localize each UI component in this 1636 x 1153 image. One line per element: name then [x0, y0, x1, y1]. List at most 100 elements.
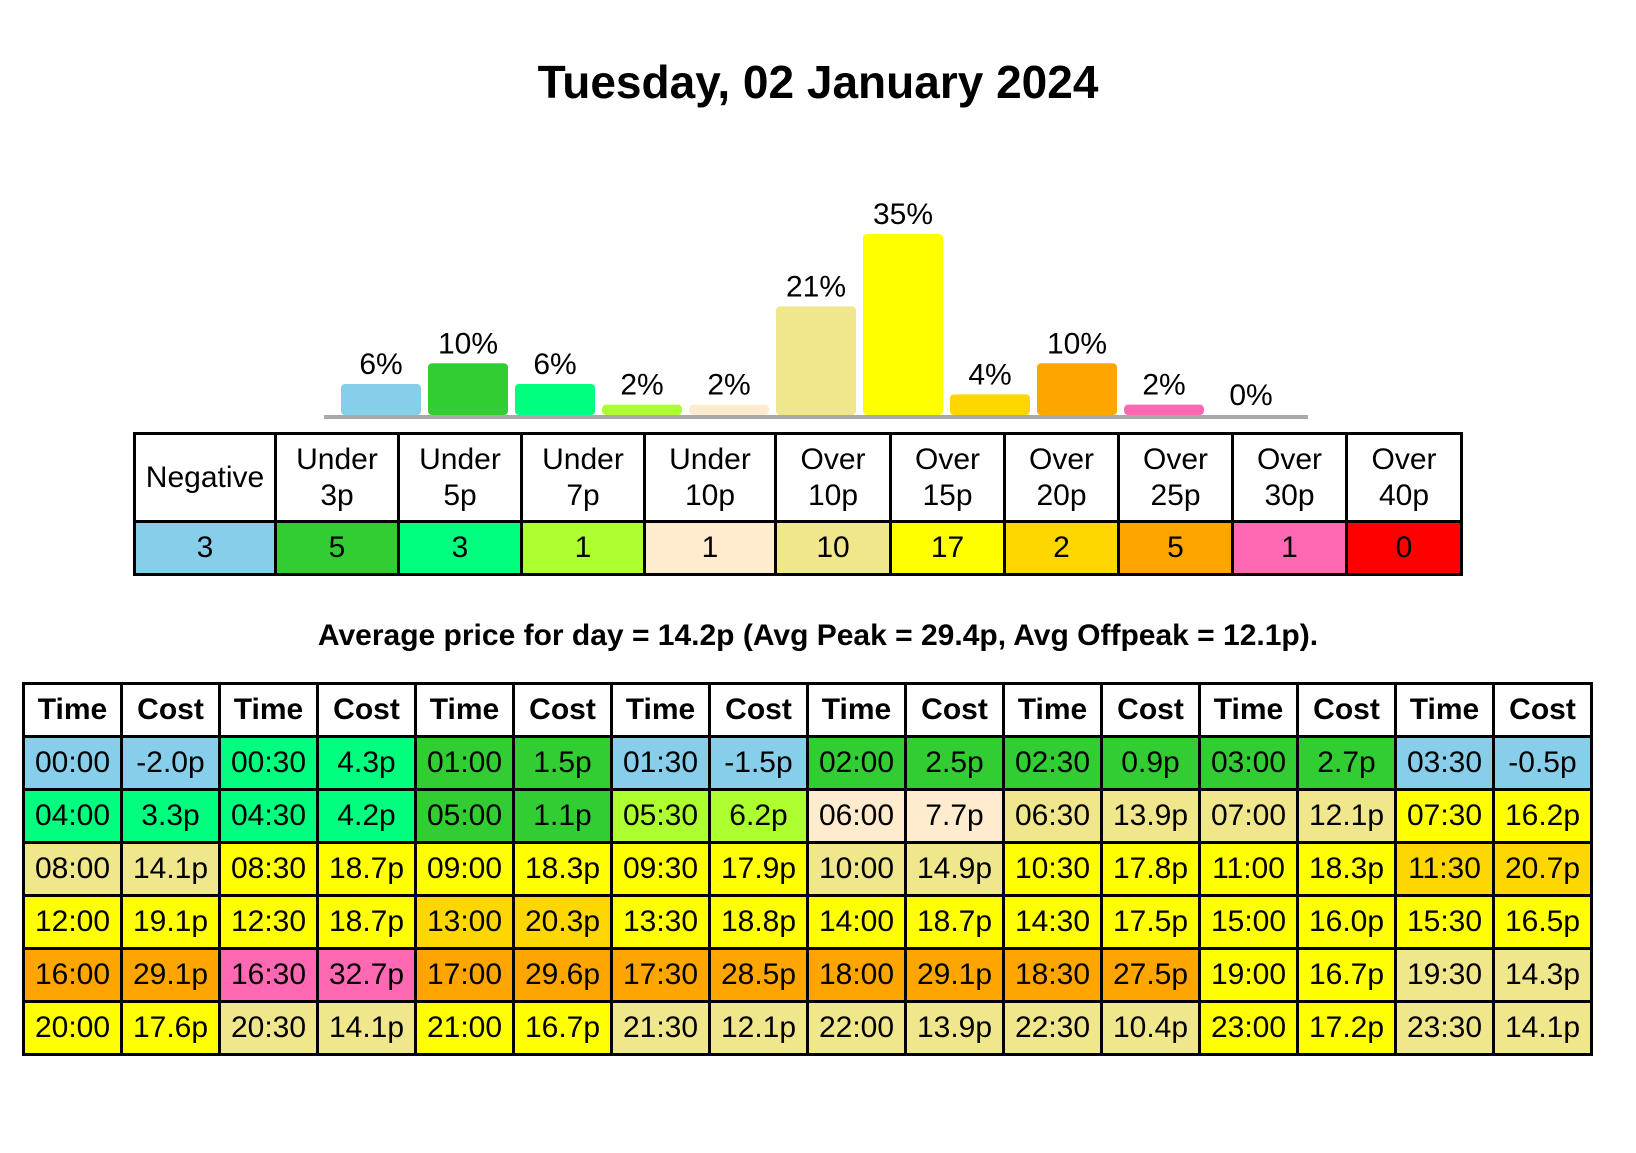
cost-cell: 18.7p [316, 841, 417, 897]
time-cell: 12:00 [22, 894, 123, 950]
time-cell: 09:30 [610, 841, 711, 897]
time-cell: 11:00 [1198, 841, 1299, 897]
time-cell: 00:00 [22, 735, 123, 791]
cost-cell: 17.2p [1296, 1000, 1397, 1056]
cost-cell: 14.9p [904, 841, 1005, 897]
cost-cell: 12.1p [1296, 788, 1397, 844]
summary-header-cell: Over 25p [1117, 432, 1234, 523]
summary-header-cell: Over 30p [1231, 432, 1348, 523]
summary-header-cell: Under 10p [643, 432, 777, 523]
time-cell: 05:00 [414, 788, 515, 844]
time-cell: 03:30 [1394, 735, 1495, 791]
time-cell: 23:00 [1198, 1000, 1299, 1056]
cost-cell: 19.1p [120, 894, 221, 950]
bar-label: 10% [438, 327, 498, 360]
time-column-header: Time [1198, 682, 1299, 738]
cost-cell: 16.5p [1492, 894, 1593, 950]
time-cell: 22:30 [1002, 1000, 1103, 1056]
time-cell: 16:00 [22, 947, 123, 1003]
time-cell: 16:30 [218, 947, 319, 1003]
time-cell: 12:30 [218, 894, 319, 950]
cost-cell: 4.3p [316, 735, 417, 791]
summary-header-cell: Negative [133, 432, 277, 523]
cost-cell: 20.3p [512, 894, 613, 950]
time-cell: 08:00 [22, 841, 123, 897]
cost-cell: 13.9p [904, 1000, 1005, 1056]
cost-cell: 10.4p [1100, 1000, 1201, 1056]
cost-cell: 29.6p [512, 947, 613, 1003]
bar-label: 4% [968, 358, 1011, 391]
table-row: 12:00 19.1p 12:30 18.7p 13:00 20.3p 13:30 18.8p… [22, 894, 1593, 950]
time-cell: 21:30 [610, 1000, 711, 1056]
cost-cell: -1.5p [708, 735, 809, 791]
cost-column-header: Cost [708, 682, 809, 738]
summary-header-cell: Under 5p [397, 432, 523, 523]
cost-cell: 2.7p [1296, 735, 1397, 791]
bar-over-25p [1037, 363, 1117, 415]
time-cell: 19:30 [1394, 947, 1495, 1003]
time-cell: 09:00 [414, 841, 515, 897]
time-column-header: Time [610, 682, 711, 738]
cost-cell: 20.7p [1492, 841, 1593, 897]
time-cell: 06:30 [1002, 788, 1103, 844]
cost-cell: 16.7p [512, 1000, 613, 1056]
bar-under-7p [602, 404, 682, 415]
bar-label: 2% [620, 369, 663, 402]
cost-cell: 7.7p [904, 788, 1005, 844]
cost-cell: 18.7p [904, 894, 1005, 950]
summary-header-cell: Over 20p [1003, 432, 1120, 523]
summary-count-cell: 0 [1345, 520, 1463, 576]
table-row: 16:00 29.1p 16:30 32.7p 17:00 29.6p 17:30 28.5p… [22, 947, 1593, 1003]
cost-cell: 16.2p [1492, 788, 1593, 844]
summary-count-cell: 3 [133, 520, 277, 576]
time-cell: 10:30 [1002, 841, 1103, 897]
time-column-header: Time [806, 682, 907, 738]
time-cell: 21:00 [414, 1000, 515, 1056]
cost-cell: 1.1p [512, 788, 613, 844]
time-cell: 15:30 [1394, 894, 1495, 950]
time-cell: 04:00 [22, 788, 123, 844]
time-cell: 20:00 [22, 1000, 123, 1056]
summary-header-row: Negative Under 3p Under 5p Under 7p Under 10p Ove… [133, 432, 1463, 523]
bar-under-10p [689, 404, 769, 415]
cost-cell: -0.5p [1492, 735, 1593, 791]
time-cell: 17:00 [414, 947, 515, 1003]
time-cell: 15:00 [1198, 894, 1299, 950]
summary-header-cell: Over 15p [889, 432, 1006, 523]
cost-cell: 0.9p [1100, 735, 1201, 791]
time-cell: 04:30 [218, 788, 319, 844]
time-cell: 20:30 [218, 1000, 319, 1056]
time-cell: 06:00 [806, 788, 907, 844]
bar-over-15p [863, 234, 943, 415]
time-cell: 02:30 [1002, 735, 1103, 791]
cost-cell: 17.5p [1100, 894, 1201, 950]
time-column-header: Time [414, 682, 515, 738]
bar-label: 2% [707, 369, 750, 402]
table-row: 00:00 -2.0p 00:30 4.3p 01:00 1.5p 01:30 -1.5p 02… [22, 735, 1593, 791]
bar-label: 35% [873, 198, 933, 231]
bar-negative [341, 383, 421, 415]
time-cell: 00:30 [218, 735, 319, 791]
summary-count-cell: 5 [1117, 520, 1234, 576]
cost-cell: 14.3p [1492, 947, 1593, 1003]
cost-column-header: Cost [512, 682, 613, 738]
summary-count-cell: 1 [643, 520, 777, 576]
bar-label: 6% [359, 348, 402, 381]
bar-over-20p [950, 394, 1030, 415]
cost-cell: 32.7p [316, 947, 417, 1003]
time-cell: 02:00 [806, 735, 907, 791]
time-cell: 03:00 [1198, 735, 1299, 791]
price-table-header-row: Time Cost Time Cost Time Cost Time Cost Time Cost… [22, 682, 1593, 738]
cost-cell: 28.5p [708, 947, 809, 1003]
price-distribution-chart: 6% 10% 6% 2% 2% 21% 35% 4% 10% 2% 0% [324, 198, 1308, 419]
bar-under-3p [428, 363, 508, 415]
cost-cell: 18.8p [708, 894, 809, 950]
summary-header-cell: Over 10p [774, 432, 892, 523]
time-cell: 23:30 [1394, 1000, 1495, 1056]
bar-label: 10% [1047, 327, 1107, 360]
bar-under-5p [515, 383, 595, 415]
half-hourly-price-table: Time Cost Time Cost Time Cost Time Cost Time Cost… [22, 682, 1593, 1056]
cost-cell: 17.6p [120, 1000, 221, 1056]
time-cell: 08:30 [218, 841, 319, 897]
cost-cell: 4.2p [316, 788, 417, 844]
